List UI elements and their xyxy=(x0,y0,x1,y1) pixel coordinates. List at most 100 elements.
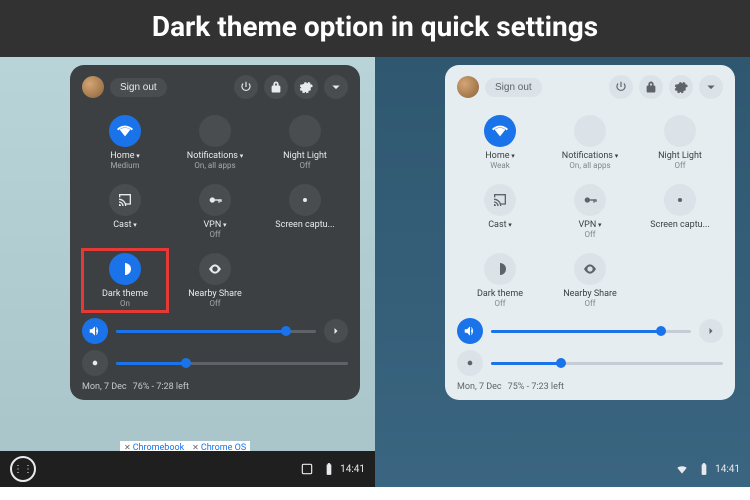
tile-cast: Cast xyxy=(457,180,543,243)
chevron-right-icon[interactable] xyxy=(324,319,348,343)
wifi-icon[interactable] xyxy=(109,115,141,147)
launcher-icon[interactable]: ⋮⋮ xyxy=(10,456,36,482)
tile-label: Night Light xyxy=(658,151,702,161)
wifi-icon[interactable] xyxy=(484,115,516,147)
chevron-down-icon[interactable] xyxy=(699,75,723,99)
brightness-row xyxy=(82,350,348,376)
sign-out-button[interactable]: Sign out xyxy=(110,78,167,97)
tile-night: Night LightOff xyxy=(262,111,348,174)
tile-subtext: Off xyxy=(299,161,310,170)
tile-subtext: Off xyxy=(584,230,595,239)
brightness-icon[interactable] xyxy=(457,350,483,376)
tray-battery-icon[interactable]: 14:41 xyxy=(322,462,365,476)
tile-cast: Cast xyxy=(82,180,168,243)
tile-label[interactable]: Cast xyxy=(488,220,512,230)
tile-label: Screen captu... xyxy=(275,220,334,230)
power-icon[interactable] xyxy=(234,75,258,99)
nearby-icon[interactable] xyxy=(574,253,606,285)
tile-dnd: NotificationsOn, all apps xyxy=(172,111,258,174)
brightness-row xyxy=(457,350,723,376)
tile-subtext: Off xyxy=(209,230,220,239)
dnd-icon[interactable] xyxy=(574,115,606,147)
chevron-down-icon[interactable] xyxy=(324,75,348,99)
tile-label[interactable]: Home xyxy=(110,151,139,161)
night-icon[interactable] xyxy=(664,115,696,147)
tile-label[interactable]: Notifications xyxy=(562,151,618,161)
chevron-right-icon[interactable] xyxy=(699,319,723,343)
comparison-container: Sign out HomeMediumNotificationsOn, all … xyxy=(0,57,750,487)
status-line: Mon, 7 Dec 76% - 7:28 left xyxy=(82,382,348,392)
screen-icon[interactable] xyxy=(664,184,696,216)
cast-icon[interactable] xyxy=(109,184,141,216)
brightness-icon[interactable] xyxy=(82,350,108,376)
quick-settings-panel-dark: Sign out HomeMediumNotificationsOn, all … xyxy=(70,65,360,400)
page-title: Dark theme option in quick settings xyxy=(0,0,750,57)
tile-subtext: Weak xyxy=(490,161,510,170)
dark-icon[interactable] xyxy=(484,253,516,285)
lock-icon[interactable] xyxy=(639,75,663,99)
volume-icon[interactable] xyxy=(82,318,108,344)
cast-icon[interactable] xyxy=(484,184,516,216)
dark-mode-side: Sign out HomeMediumNotificationsOn, all … xyxy=(0,57,375,487)
tile-screen: Screen captu... xyxy=(637,180,723,243)
tile-nearby: Nearby ShareOff xyxy=(547,249,633,312)
top-row: Sign out xyxy=(457,75,723,99)
tray-notification-icon[interactable] xyxy=(300,462,314,476)
date-text: Mon, 7 Dec xyxy=(457,382,502,392)
tile-dark: Dark themeOff xyxy=(457,249,543,312)
nearby-icon[interactable] xyxy=(199,253,231,285)
tile-subtext: Off xyxy=(674,161,685,170)
avatar[interactable] xyxy=(457,76,479,98)
tray-wifi-icon[interactable] xyxy=(675,462,689,476)
power-icon[interactable] xyxy=(609,75,633,99)
tile-wifi: HomeMedium xyxy=(82,111,168,174)
shelf: ⋮⋮ 14:41 xyxy=(0,451,375,487)
tile-dnd: NotificationsOn, all apps xyxy=(547,111,633,174)
tile-label[interactable]: VPN xyxy=(578,220,601,230)
gear-icon[interactable] xyxy=(669,75,693,99)
tile-nearby: Nearby ShareOff xyxy=(172,249,258,312)
quick-settings-panel-light: Sign out HomeWeak NotificationsOn, all ap… xyxy=(445,65,735,400)
brightness-slider[interactable] xyxy=(491,362,723,365)
tiles-grid: HomeMediumNotificationsOn, all appsNight… xyxy=(82,111,348,312)
tile-label: Night Light xyxy=(283,151,327,161)
tile-label[interactable]: Notifications xyxy=(187,151,243,161)
volume-slider[interactable] xyxy=(116,330,316,333)
dark-icon[interactable] xyxy=(109,253,141,285)
tile-label: Screen captu... xyxy=(650,220,709,230)
battery-text: 76% - 7:28 left xyxy=(133,382,189,392)
tile-label[interactable]: VPN xyxy=(203,220,226,230)
sign-out-button[interactable]: Sign out xyxy=(485,78,542,97)
screen-icon[interactable] xyxy=(289,184,321,216)
tile-label: Nearby Share xyxy=(563,289,617,299)
tile-vpn: VPNOff xyxy=(547,180,633,243)
light-mode-side: Sign out HomeWeak NotificationsOn, all ap… xyxy=(375,57,750,487)
volume-icon[interactable] xyxy=(457,318,483,344)
tray-battery-icon[interactable]: 14:41 xyxy=(697,462,740,476)
vpn-icon[interactable] xyxy=(199,184,231,216)
dnd-icon[interactable] xyxy=(199,115,231,147)
tile-label[interactable]: Cast xyxy=(113,220,137,230)
tile-subtext: On, all apps xyxy=(194,161,235,170)
tile-label: Dark theme xyxy=(102,289,148,299)
tile-label: Nearby Share xyxy=(188,289,242,299)
tile-label: Dark theme xyxy=(477,289,523,299)
tile-subtext: On, all apps xyxy=(569,161,610,170)
tile-subtext: Off xyxy=(209,299,220,308)
night-icon[interactable] xyxy=(289,115,321,147)
lock-icon[interactable] xyxy=(264,75,288,99)
tile-label[interactable]: Home xyxy=(485,151,514,161)
gear-icon[interactable] xyxy=(294,75,318,99)
shelf: 14:41 xyxy=(375,451,750,487)
brightness-slider[interactable] xyxy=(116,362,348,365)
vpn-icon[interactable] xyxy=(574,184,606,216)
top-row: Sign out xyxy=(82,75,348,99)
avatar[interactable] xyxy=(82,76,104,98)
volume-slider[interactable] xyxy=(491,330,691,333)
tiles-grid: HomeWeak NotificationsOn, all apps Night L… xyxy=(457,111,723,312)
volume-row xyxy=(82,318,348,344)
status-line: Mon, 7 Dec 75% - 7:23 left xyxy=(457,382,723,392)
tile-subtext: Off xyxy=(494,299,505,308)
volume-row xyxy=(457,318,723,344)
tile-subtext: Medium xyxy=(110,161,139,170)
